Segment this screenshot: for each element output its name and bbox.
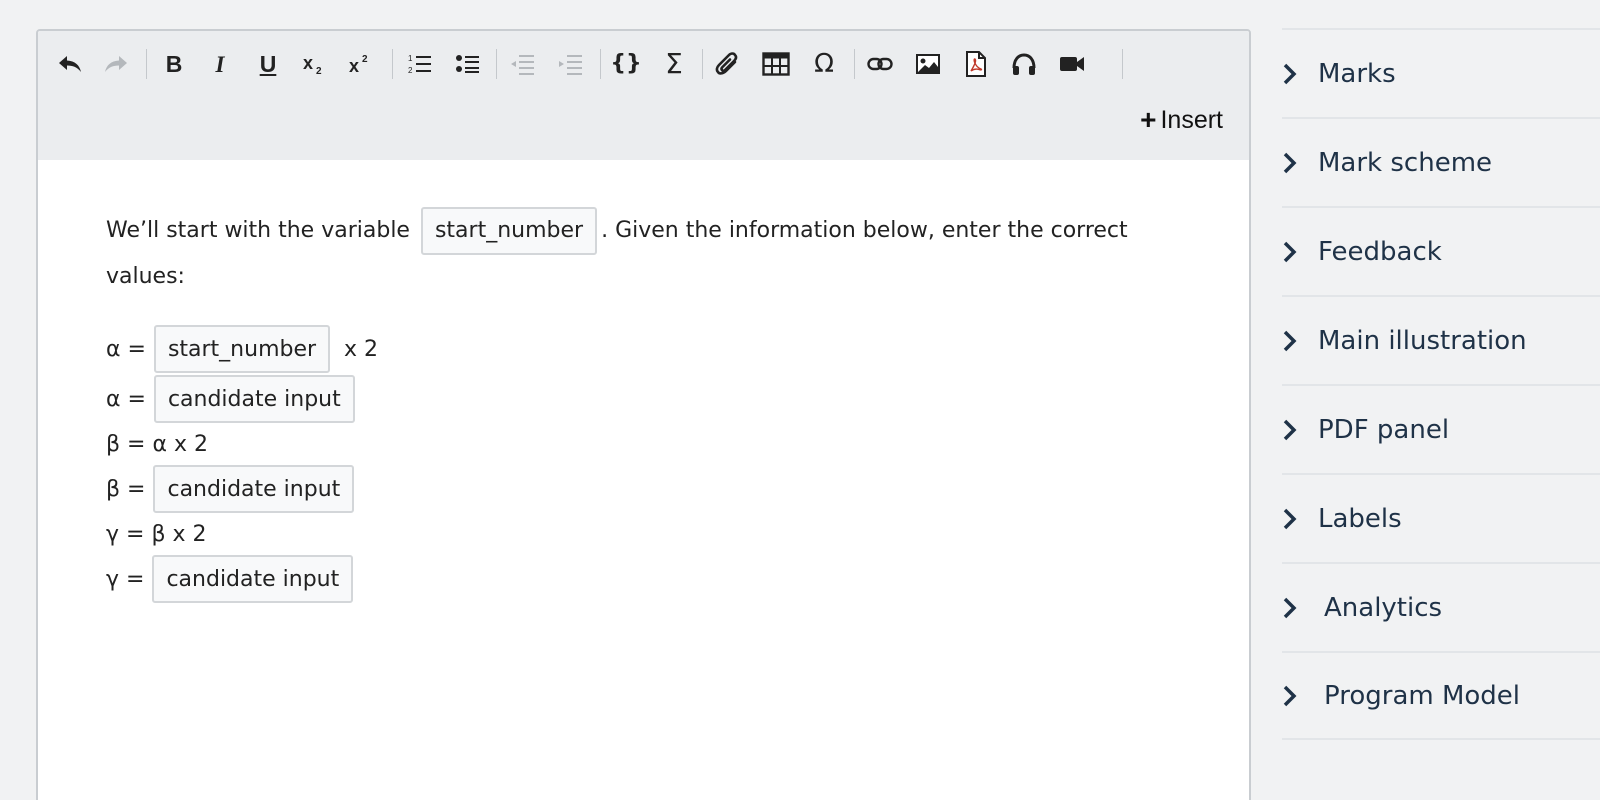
chevron-right-icon: [1282, 418, 1304, 442]
chevron-right-icon: [1282, 507, 1304, 531]
insert-button[interactable]: + Insert: [1140, 105, 1223, 135]
sidebar-item-label: Mark scheme: [1318, 147, 1493, 178]
equation-line: β = α x 2: [106, 424, 706, 464]
pdf-icon[interactable]: [958, 47, 994, 81]
sidebar-item-mark-scheme[interactable]: Mark scheme: [1282, 117, 1600, 206]
toolbar-separator: [146, 49, 147, 79]
equation-line: γ = candidate input: [106, 554, 706, 604]
equation-line: β = candidate input: [106, 464, 706, 514]
equation-text: γ = β x 2: [106, 521, 207, 547]
equation-line: γ = β x 2: [106, 514, 706, 554]
intro-paragraph: We’ll start with the variable start_numb…: [106, 207, 1186, 299]
toolbar-separator: [854, 49, 855, 79]
intro-text-wrap: values:: [106, 264, 185, 289]
sum-icon[interactable]: Σ: [656, 47, 692, 81]
svg-text:1: 1: [408, 54, 413, 63]
toolbar-separator: [1122, 49, 1123, 79]
audio-icon[interactable]: [1006, 47, 1042, 81]
sidebar-item-label: PDF panel: [1318, 414, 1450, 445]
numbered-list-icon[interactable]: 12: [402, 47, 438, 81]
editor-toolbar: B I U x2 x2 12 {} Σ Ω + Insert: [38, 31, 1249, 160]
svg-text:2: 2: [316, 66, 322, 76]
image-icon[interactable]: [910, 47, 946, 81]
video-icon[interactable]: [1054, 47, 1090, 81]
svg-text:x: x: [349, 56, 359, 76]
candidate-input-chip[interactable]: candidate input: [152, 555, 354, 603]
rich-text-editor: B I U x2 x2 12 {} Σ Ω + Insert We’ll sta…: [36, 29, 1251, 800]
toolbar-separator: [702, 49, 703, 79]
equation-prefix: γ =: [106, 566, 145, 592]
bulleted-list-icon[interactable]: [450, 47, 486, 81]
equation-line: α = candidate input: [106, 374, 706, 424]
variable-chip[interactable]: start_number: [153, 325, 331, 373]
sidebar-item-label: Main illustration: [1318, 325, 1527, 356]
svg-text:x: x: [303, 53, 313, 73]
sidebar-item-label: Analytics: [1324, 592, 1443, 623]
sidebar-item-pdf-panel[interactable]: PDF panel: [1282, 384, 1600, 473]
italic-icon[interactable]: I: [202, 47, 238, 81]
sidebar-item-label: Labels: [1318, 503, 1402, 534]
insert-label: Insert: [1160, 105, 1223, 134]
sidebar-item-labels[interactable]: Labels: [1282, 473, 1600, 562]
chevron-right-icon: [1282, 684, 1304, 708]
bold-icon[interactable]: B: [156, 47, 192, 81]
redo-icon[interactable]: [98, 47, 134, 81]
chevron-right-icon: [1282, 596, 1304, 620]
toolbar-separator: [600, 49, 601, 79]
outdent-icon[interactable]: [504, 47, 540, 81]
chevron-right-icon: [1282, 62, 1304, 86]
equation-line: α = start_number x 2: [106, 324, 706, 374]
svg-text:2: 2: [362, 54, 368, 65]
variable-chip[interactable]: start_number: [420, 207, 598, 255]
sidebar-item-marks[interactable]: Marks: [1282, 28, 1600, 117]
attachment-icon[interactable]: [710, 47, 746, 81]
sidebar-item-program-model[interactable]: Program Model: [1282, 651, 1600, 740]
settings-sidebar: Marks Mark scheme Feedback Main illustra…: [1282, 28, 1600, 740]
sidebar-item-main-illustration[interactable]: Main illustration: [1282, 295, 1600, 384]
sidebar-item-analytics[interactable]: Analytics: [1282, 562, 1600, 651]
plus-icon: +: [1140, 104, 1157, 135]
candidate-input-chip[interactable]: candidate input: [153, 465, 355, 513]
special-character-icon[interactable]: Ω: [806, 47, 842, 81]
equation-prefix: α =: [106, 386, 146, 412]
subscript-icon[interactable]: x2: [298, 47, 334, 81]
intro-text: We’ll start with the variable: [106, 218, 410, 243]
superscript-icon[interactable]: x2: [344, 47, 380, 81]
equation-prefix: β =: [106, 476, 146, 502]
chevron-right-icon: [1282, 329, 1304, 353]
candidate-input-chip[interactable]: candidate input: [153, 375, 355, 423]
chevron-right-icon: [1282, 151, 1304, 175]
link-icon[interactable]: [862, 47, 898, 81]
sidebar-item-label: Program Model: [1324, 680, 1521, 711]
sidebar-item-label: Marks: [1318, 58, 1396, 89]
svg-text:2: 2: [408, 66, 413, 75]
table-icon[interactable]: [758, 47, 794, 81]
toolbar-separator: [392, 49, 393, 79]
undo-icon[interactable]: [52, 47, 88, 81]
sidebar-item-feedback[interactable]: Feedback: [1282, 206, 1600, 295]
intro-text-continued: . Given the information below, enter the…: [601, 218, 1128, 243]
equation-suffix: x 2: [344, 336, 379, 362]
equation-prefix: α =: [106, 336, 146, 362]
toolbar-separator: [496, 49, 497, 79]
chevron-right-icon: [1282, 240, 1304, 264]
indent-icon[interactable]: [552, 47, 588, 81]
code-braces-icon[interactable]: {}: [608, 47, 644, 81]
underline-icon[interactable]: U: [250, 47, 286, 81]
equation-text: β = α x 2: [106, 431, 208, 457]
sidebar-item-label: Feedback: [1318, 236, 1442, 267]
